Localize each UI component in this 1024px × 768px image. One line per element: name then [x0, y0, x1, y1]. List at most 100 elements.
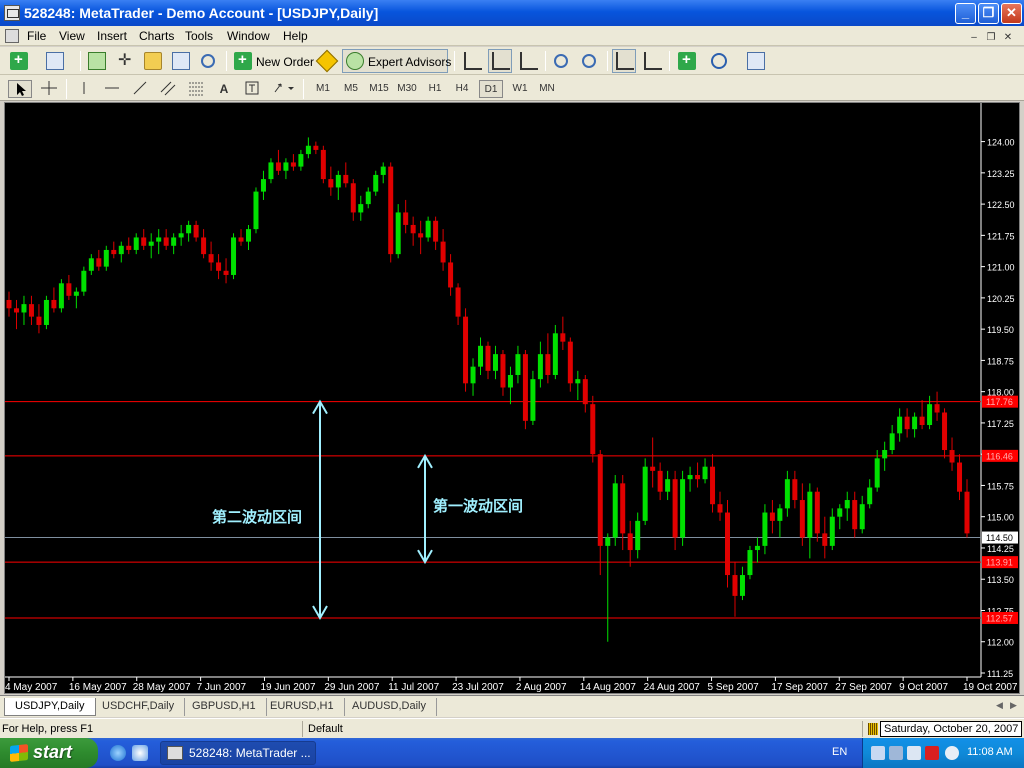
vertical-line-tool[interactable]	[74, 80, 94, 98]
cursor-tool[interactable]	[8, 80, 32, 98]
mdi-close-button[interactable]: ✕	[1001, 32, 1015, 45]
document-icon[interactable]	[5, 29, 19, 43]
mdi-minimize-button[interactable]: –	[967, 32, 981, 45]
timeframe-d1[interactable]: D1	[479, 80, 503, 98]
trendline-tool[interactable]	[130, 80, 150, 98]
internet-explorer-icon[interactable]	[110, 745, 126, 761]
ati-icon[interactable]	[925, 746, 939, 760]
time-tick-label: 9 Oct 2007	[899, 682, 948, 693]
show-desktop-icon[interactable]	[132, 745, 148, 761]
restore-button[interactable]: ❐	[978, 3, 999, 24]
data-window-icon[interactable]	[116, 50, 134, 70]
timeframe-h4[interactable]: H4	[451, 80, 473, 98]
metatrader-app-icon[interactable]	[4, 5, 20, 21]
equidistant-channel-tool[interactable]	[158, 80, 178, 98]
tab-eurusd-h1[interactable]: EURUSD,H1	[260, 698, 345, 716]
menu-file[interactable]: File	[27, 29, 46, 43]
candle-body	[126, 245, 132, 250]
tab-audusd-daily[interactable]: AUDUSD,Daily	[342, 698, 437, 716]
tray-app-icon[interactable]	[889, 746, 903, 760]
candle-body	[657, 470, 663, 492]
menu-view[interactable]: View	[59, 29, 85, 43]
periods-icon[interactable]	[711, 53, 727, 69]
time-tick-label: 29 Jun 2007	[324, 682, 379, 693]
timeframe-h1[interactable]: H1	[424, 80, 446, 98]
candle-body	[156, 237, 162, 242]
terminal-icon[interactable]	[172, 52, 190, 70]
metatrader-task-icon	[167, 746, 183, 760]
strategy-tester-icon[interactable]	[201, 54, 215, 68]
start-button[interactable]: start	[0, 738, 98, 768]
menu-charts[interactable]: Charts	[139, 29, 174, 43]
close-button[interactable]: ✕	[1001, 3, 1022, 24]
zoom-in-icon[interactable]	[554, 54, 568, 68]
navigator-icon[interactable]	[144, 52, 162, 70]
candle-body	[964, 491, 970, 534]
network-icon[interactable]	[871, 746, 885, 760]
horizontal-line-tool[interactable]	[102, 80, 122, 98]
taskbar-metatrader-button[interactable]: 528248: MetaTrader ...	[160, 741, 316, 765]
time-tick-label: 28 May 2007	[133, 682, 191, 693]
volume-icon[interactable]	[945, 746, 959, 760]
crosshair-tool[interactable]	[38, 80, 60, 98]
price-tick-label: 119.50	[987, 325, 1014, 335]
fibonacci-tool[interactable]	[186, 80, 206, 98]
indicators-icon[interactable]	[678, 51, 696, 70]
timeframe-w1[interactable]: W1	[508, 80, 532, 98]
timeframe-m5[interactable]: M5	[339, 80, 363, 98]
candle-body	[13, 308, 19, 313]
minimize-button[interactable]: _	[955, 3, 976, 24]
time-tick-label: 16 May 2007	[69, 682, 127, 693]
candle-body	[665, 479, 671, 492]
meta-editor-icon[interactable]	[315, 49, 339, 73]
mdi-restore-button[interactable]: ❐	[984, 32, 998, 45]
candle-body	[478, 345, 484, 367]
text-label-tool[interactable]	[242, 80, 262, 98]
timeframe-m15[interactable]: M15	[366, 80, 392, 98]
connection-status-icon[interactable]	[868, 723, 878, 735]
candle-body	[897, 416, 903, 434]
text-tool[interactable]: A	[214, 80, 234, 98]
candle-body	[275, 162, 281, 171]
crosshair-icon	[41, 81, 57, 95]
title-bar[interactable]: 528248: MetaTrader - Demo Account - [USD…	[0, 0, 1024, 26]
tab-usdchf-daily[interactable]: USDCHF,Daily	[92, 698, 186, 716]
timeframe-mn[interactable]: MN	[535, 80, 559, 98]
menu-tools[interactable]: Tools	[185, 29, 213, 43]
menu-help[interactable]: Help	[283, 29, 308, 43]
menu-window[interactable]: Window	[227, 29, 270, 43]
tab-gbpusd-h1[interactable]: GBPUSD,H1	[182, 698, 267, 716]
templates-icon[interactable]	[747, 52, 765, 70]
candle-body	[492, 354, 498, 371]
chart-window[interactable]: 第二波动区间 第一波动区间 124.00 123.25 122.50 121.75 121.…	[4, 102, 1020, 694]
status-profile[interactable]: Default	[308, 723, 343, 735]
line-chart-icon[interactable]	[520, 52, 538, 70]
tab-usdjpy-daily[interactable]: USDJPY,Daily	[4, 698, 96, 716]
price-tick-label: 118.75	[987, 356, 1014, 366]
profiles-icon[interactable]	[46, 52, 64, 70]
price-chart[interactable]: 第二波动区间 第一波动区间 124.00 123.25 122.50 121.75 121.…	[5, 103, 1019, 693]
language-indicator[interactable]: EN	[832, 746, 847, 758]
arrows-tool[interactable]	[270, 80, 296, 98]
market-watch-icon[interactable]	[88, 52, 106, 70]
taskbar-clock: 11:08 AM	[967, 746, 1013, 758]
menu-insert[interactable]: Insert	[97, 29, 127, 43]
candle-body	[313, 145, 319, 150]
timeframe-m1[interactable]: M1	[311, 80, 335, 98]
candle-body	[335, 174, 341, 188]
new-order-icon[interactable]	[234, 51, 252, 70]
candle-body	[43, 299, 49, 325]
tray-monitor-icon[interactable]	[907, 746, 921, 760]
new-chart-icon[interactable]	[10, 51, 28, 70]
timeframe-m30[interactable]: M30	[394, 80, 420, 98]
new-order-button[interactable]: New Order	[256, 55, 314, 69]
candle-body	[942, 412, 948, 451]
system-tray: 11:08 AM	[862, 738, 1024, 768]
chart-shift-icon[interactable]	[644, 52, 662, 70]
tab-scroll-left-icon[interactable]: ◀	[996, 700, 1003, 711]
zoom-out-icon[interactable]	[582, 54, 596, 68]
candle-body	[537, 354, 543, 380]
tab-scroll-right-icon[interactable]: ▶	[1010, 700, 1017, 711]
candle-body	[358, 204, 364, 213]
bar-chart-icon[interactable]	[464, 52, 482, 70]
